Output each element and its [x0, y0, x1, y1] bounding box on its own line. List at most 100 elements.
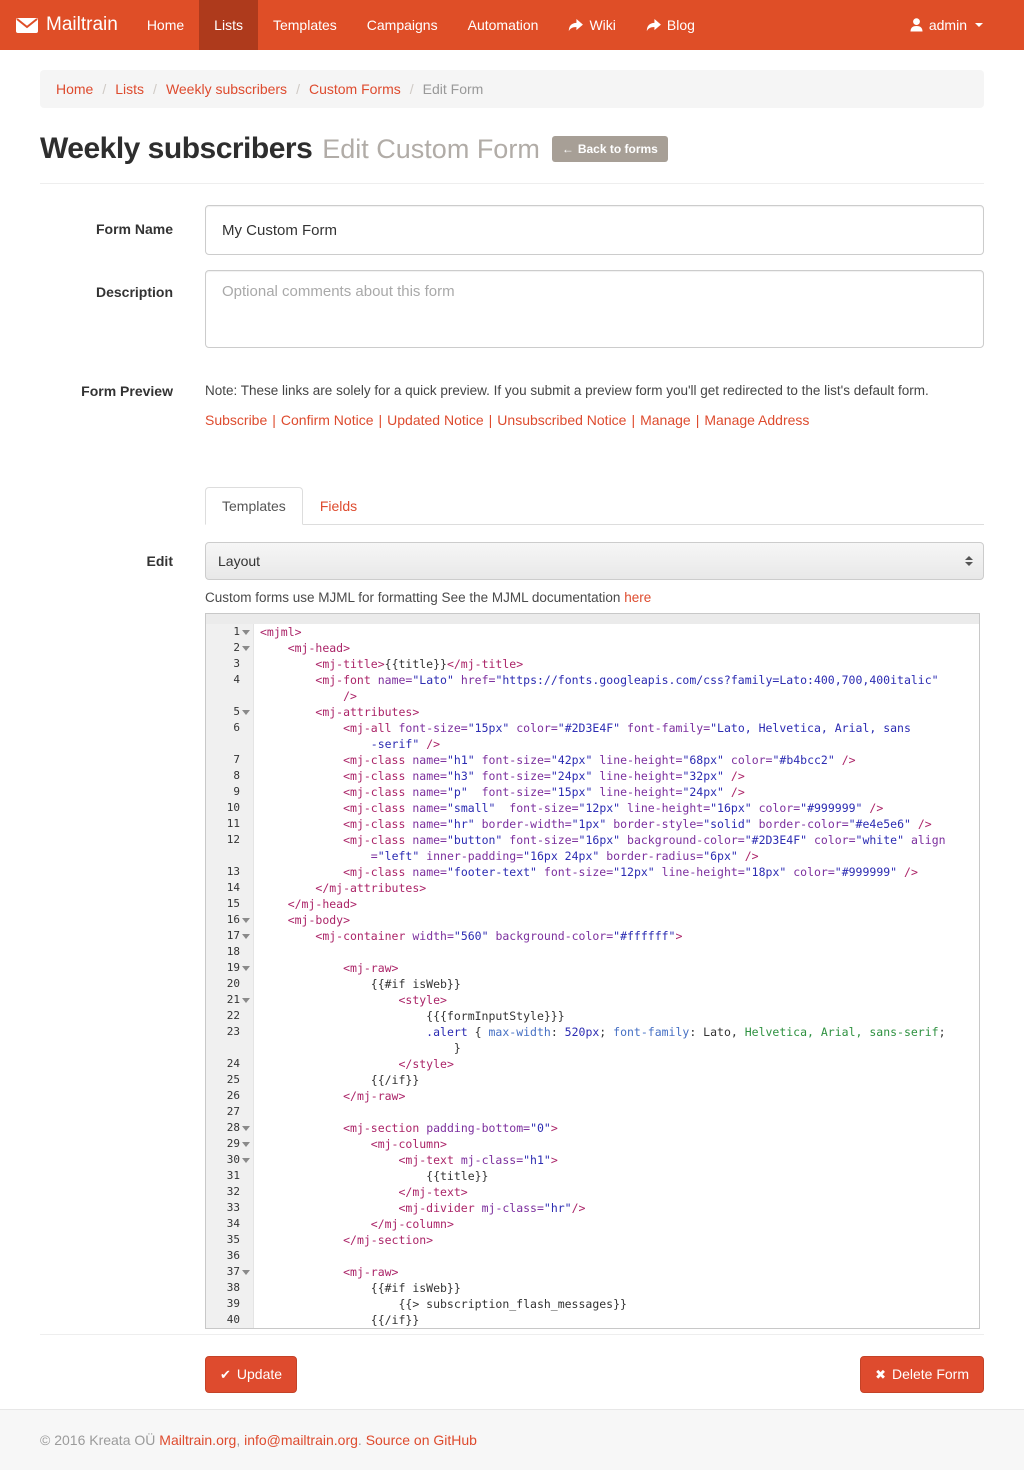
edit-template-select[interactable]: Layout — [205, 542, 984, 580]
code-line[interactable]: </style> — [254, 1056, 454, 1072]
code-line[interactable]: {{> subscription_flash_messages}} — [254, 1296, 627, 1312]
code-editor[interactable]: 1<mjml>2 <mj-head>3 <mj-title>{{title}}<… — [205, 613, 980, 1329]
code-line[interactable]: <mj-class name="small" font-size="12px" … — [254, 800, 883, 816]
preview-link-manage[interactable]: Manage — [640, 412, 691, 428]
code-line[interactable]: {{{formInputStyle}}} — [254, 1008, 565, 1024]
code-line[interactable]: {{#if isWeb}} — [254, 1280, 461, 1296]
code-line[interactable]: </mj-head> — [254, 896, 357, 912]
code-line[interactable]: ="left" inner-padding="16px 24px" border… — [254, 848, 759, 864]
preview-link-confirm-notice[interactable]: Confirm Notice — [281, 412, 374, 428]
code-line[interactable]: <mj-class name="h1" font-size="42px" lin… — [254, 752, 856, 768]
user-menu[interactable]: admin — [895, 0, 998, 50]
fold-arrow-icon[interactable] — [240, 960, 251, 976]
code-line[interactable]: <mj-raw> — [254, 960, 398, 976]
code-line[interactable]: {{title}} — [254, 1168, 488, 1184]
footer-link-info-mailtrain-org[interactable]: info@mailtrain.org — [244, 1432, 358, 1448]
fold-arrow-icon[interactable] — [240, 1136, 251, 1152]
code-line[interactable]: <mjml> — [254, 624, 302, 640]
code-line[interactable]: <mj-title>{{title}}</mj-title> — [254, 656, 523, 672]
code-line[interactable]: <mj-column> — [254, 1136, 447, 1152]
fold-arrow-icon[interactable] — [240, 624, 251, 640]
breadcrumb-link-lists[interactable]: Lists — [115, 81, 144, 97]
gutter-cell: 26 — [206, 1088, 254, 1104]
code-line[interactable]: <mj-text mj-class="h1"> — [254, 1152, 558, 1168]
breadcrumb-link-custom-forms[interactable]: Custom Forms — [309, 81, 401, 97]
bottom-divider — [40, 1334, 984, 1335]
code-line[interactable]: <mj-body> — [254, 912, 350, 928]
code-line[interactable]: <mj-class name="h3" font-size="24px" lin… — [254, 768, 745, 784]
code-line[interactable]: </mj-attributes> — [254, 880, 426, 896]
back-to-forms-button[interactable]: ←Back to forms — [552, 136, 668, 162]
nav-item-lists[interactable]: Lists — [199, 0, 258, 50]
fold-spacer — [240, 688, 251, 704]
preview-link-manage-address[interactable]: Manage Address — [704, 412, 809, 428]
nav-item-campaigns[interactable]: Campaigns — [352, 0, 453, 50]
code-line[interactable]: <mj-class name="hr" border-width="1px" b… — [254, 816, 932, 832]
nav-item-templates[interactable]: Templates — [258, 0, 352, 50]
code-line[interactable]: <mj-container width="560" background-col… — [254, 928, 682, 944]
editor-scrollbar[interactable] — [206, 614, 979, 624]
fold-arrow-icon[interactable] — [240, 992, 251, 1008]
description-textarea[interactable] — [205, 270, 984, 348]
code-line[interactable]: <mj-all font-size="15px" color="#2D3E4F"… — [254, 720, 911, 736]
code-line[interactable]: <mj-divider mj-class="hr"/> — [254, 1200, 585, 1216]
code-line[interactable]: .alert { max-width: 520px; font-family: … — [254, 1024, 946, 1040]
preview-link-unsubscribed-notice[interactable]: Unsubscribed Notice — [497, 412, 626, 428]
code-line[interactable]: </mj-raw> — [254, 1088, 405, 1104]
fold-arrow-icon[interactable] — [240, 928, 251, 944]
breadcrumb-link-weekly-subscribers[interactable]: Weekly subscribers — [166, 81, 287, 97]
fold-spacer — [240, 832, 251, 848]
code-line[interactable]: <mj-section padding-bottom="0"> — [254, 1120, 558, 1136]
code-line[interactable]: <mj-class name="p" font-size="15px" line… — [254, 784, 745, 800]
fold-arrow-icon[interactable] — [240, 1152, 251, 1168]
code-line[interactable]: </mj-column> — [254, 1216, 454, 1232]
code-line[interactable]: <mj-attributes> — [254, 704, 419, 720]
code-line[interactable]: <mj-raw> — [254, 1264, 398, 1280]
line-number: 34 — [227, 1216, 240, 1232]
code-line[interactable] — [254, 1248, 260, 1264]
code-line[interactable]: </mj-section> — [254, 1232, 433, 1248]
code-line[interactable]: /> — [254, 688, 357, 704]
code-line[interactable]: <mj-font name="Lato" href="https://fonts… — [254, 672, 939, 688]
code-line[interactable]: {{/if}} — [254, 1312, 419, 1328]
code-row: 5 <mj-attributes> — [206, 704, 979, 720]
nav-item-automation[interactable]: Automation — [453, 0, 554, 50]
tab-fields[interactable]: Fields — [303, 487, 374, 525]
footer-link-mailtrain-org[interactable]: Mailtrain.org — [159, 1432, 236, 1448]
code-line[interactable]: <mj-class name="button" font-size="16px"… — [254, 832, 946, 848]
fold-arrow-icon[interactable] — [240, 640, 251, 656]
brand[interactable]: Mailtrain — [0, 0, 132, 50]
code-line[interactable]: {{/if}} — [254, 1072, 419, 1088]
delete-form-button[interactable]: ✖Delete Form — [860, 1356, 984, 1393]
fold-arrow-icon[interactable] — [240, 1120, 251, 1136]
line-number: 7 — [233, 752, 240, 768]
code-row: 25 {{/if}} — [206, 1072, 979, 1088]
nav-item-wiki[interactable]: Wiki — [553, 0, 630, 50]
preview-link-updated-notice[interactable]: Updated Notice — [387, 412, 484, 428]
code-line[interactable]: <mj-class name="footer-text" font-size="… — [254, 864, 918, 880]
code-line[interactable] — [254, 944, 260, 960]
code-line[interactable]: </mj-text> — [254, 1184, 468, 1200]
code-line[interactable]: -serif" /> — [254, 736, 440, 752]
nav-item-blog[interactable]: Blog — [631, 0, 710, 50]
fold-arrow-icon[interactable] — [240, 912, 251, 928]
code-line[interactable]: <mj-head> — [254, 640, 350, 656]
preview-link-subscribe[interactable]: Subscribe — [205, 412, 267, 428]
code-line[interactable] — [254, 1104, 260, 1120]
mjml-docs-link[interactable]: here — [624, 590, 651, 605]
update-button[interactable]: ✔Update — [205, 1356, 297, 1393]
fold-spacer — [240, 720, 251, 736]
mjml-note-text: Custom forms use MJML for formatting See… — [205, 590, 620, 605]
footer-link-source-on-github[interactable]: Source on GitHub — [366, 1432, 477, 1448]
code-line[interactable]: <style> — [254, 992, 447, 1008]
tab-templates[interactable]: Templates — [205, 487, 303, 525]
breadcrumb-link-home[interactable]: Home — [56, 81, 93, 97]
gutter-cell: 1 — [206, 624, 254, 640]
fold-spacer — [240, 672, 251, 688]
fold-arrow-icon[interactable] — [240, 704, 251, 720]
code-line[interactable]: {{#if isWeb}} — [254, 976, 461, 992]
code-line[interactable]: } — [254, 1040, 461, 1056]
form-name-input[interactable] — [205, 205, 984, 255]
nav-item-home[interactable]: Home — [132, 0, 199, 50]
fold-arrow-icon[interactable] — [240, 1264, 251, 1280]
